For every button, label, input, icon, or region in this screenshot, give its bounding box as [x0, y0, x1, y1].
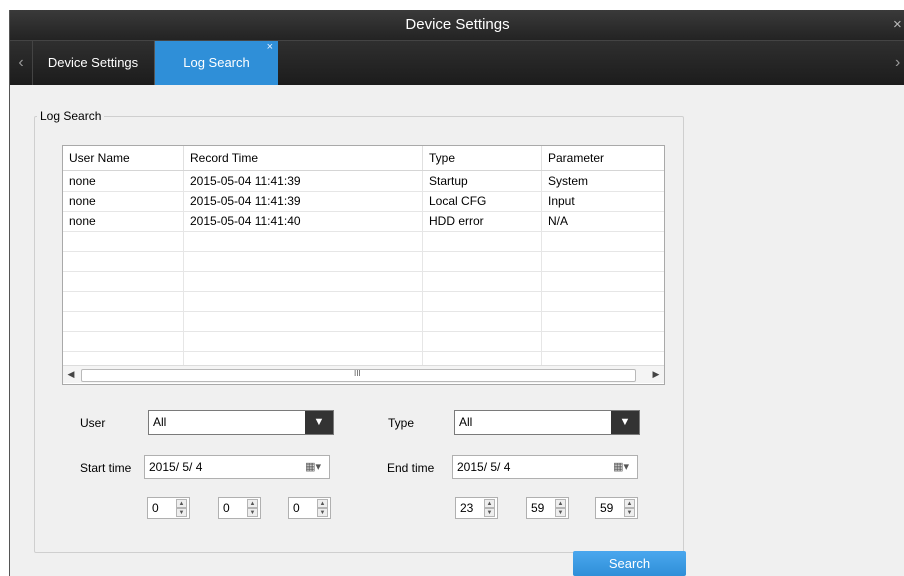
start-second-spinner[interactable]: 0 ▲ ▼: [288, 497, 331, 519]
tab-scroll-left-icon[interactable]: ‹: [10, 41, 33, 85]
cell-type: HDD error: [423, 211, 542, 231]
cell-user-name: none: [63, 191, 184, 211]
scroll-right-arrow-icon[interactable]: ▶: [648, 366, 664, 383]
type-label: Type: [388, 416, 415, 430]
search-button[interactable]: Search: [573, 551, 686, 576]
user-select-value: All: [153, 415, 167, 429]
end-date-value: 2015/ 5/ 4: [457, 460, 511, 474]
start-minute-spinner[interactable]: 0 ▲ ▼: [218, 497, 261, 519]
spin-up-icon[interactable]: ▲: [555, 499, 566, 508]
start-hour-value: 0: [152, 501, 159, 515]
empty-row: [63, 271, 664, 292]
table-row[interactable]: none 2015-05-04 11:41:39 Startup System: [63, 171, 664, 192]
start-date-picker[interactable]: 2015/ 5/ 4 ▦▾: [144, 455, 330, 479]
end-minute-value: 59: [531, 501, 545, 515]
spin-up-icon[interactable]: ▲: [317, 499, 328, 508]
scroll-grip: III: [354, 369, 361, 378]
top-strip: [0, 0, 904, 10]
start-time-label: Start time: [80, 461, 132, 475]
cell-parameter: Input: [548, 194, 575, 208]
log-search-group-label: Log Search: [37, 109, 105, 123]
spin-up-icon[interactable]: ▲: [484, 499, 495, 508]
cell-record-time: 2015-05-04 11:41:40: [184, 211, 423, 231]
window-title: Device Settings: [405, 16, 510, 33]
empty-row: [63, 331, 664, 352]
cell-parameter: System: [548, 174, 589, 188]
type-select[interactable]: All ▼: [454, 410, 640, 435]
user-label: User: [80, 416, 106, 430]
scroll-left-arrow-icon[interactable]: ◀: [63, 366, 79, 383]
cell-user-name: none: [63, 211, 184, 231]
empty-row: [63, 311, 664, 332]
table-row[interactable]: none 2015-05-04 11:41:40 HDD error N/A: [63, 211, 664, 232]
device-settings-window: Device Settings × ‹ Device Settings Log …: [9, 10, 904, 576]
empty-row: [63, 251, 664, 272]
chevron-down-icon[interactable]: ▼: [305, 411, 333, 434]
end-date-picker[interactable]: 2015/ 5/ 4 ▦▾: [452, 455, 638, 479]
spin-up-icon[interactable]: ▲: [624, 499, 635, 508]
spin-down-icon[interactable]: ▼: [176, 508, 187, 517]
table-header: User Name Record Time Type Parameter: [63, 146, 664, 171]
end-minute-spinner[interactable]: 59 ▲ ▼: [526, 497, 569, 519]
column-header-parameter[interactable]: Parameter: [542, 146, 664, 170]
spin-up-icon[interactable]: ▲: [247, 499, 258, 508]
tab-bar: ‹ Device Settings Log Search × ›: [10, 40, 904, 85]
spin-up-icon[interactable]: ▲: [176, 499, 187, 508]
calendar-icon[interactable]: ▦▾: [305, 460, 321, 473]
scroll-thumb[interactable]: III: [81, 369, 636, 382]
cell-type: Local CFG: [423, 191, 542, 211]
calendar-icon[interactable]: ▦▾: [613, 460, 629, 473]
empty-row: [63, 351, 664, 365]
column-header-type[interactable]: Type: [423, 146, 542, 170]
horizontal-scrollbar[interactable]: ◀ III ▶: [63, 365, 664, 383]
spin-down-icon[interactable]: ▼: [624, 508, 635, 517]
empty-row: [63, 291, 664, 312]
type-select-value: All: [459, 415, 473, 429]
spin-down-icon[interactable]: ▼: [317, 508, 328, 517]
cell-parameter: N/A: [548, 214, 569, 228]
tab-log-search-label: Log Search: [183, 55, 250, 70]
start-second-value: 0: [293, 501, 300, 515]
end-second-value: 59: [600, 501, 614, 515]
column-header-user-name[interactable]: User Name: [63, 146, 184, 170]
cell-type: Startup: [423, 171, 542, 191]
end-time-label: End time: [387, 461, 435, 475]
end-second-spinner[interactable]: 59 ▲ ▼: [595, 497, 638, 519]
start-hour-spinner[interactable]: 0 ▲ ▼: [147, 497, 190, 519]
table-row[interactable]: none 2015-05-04 11:41:39 Local CFG Input: [63, 191, 664, 212]
window-close-icon[interactable]: ×: [893, 16, 904, 33]
start-date-value: 2015/ 5/ 4: [149, 460, 203, 474]
tab-log-search[interactable]: Log Search ×: [155, 41, 278, 85]
column-header-record-time[interactable]: Record Time: [184, 146, 423, 170]
end-hour-spinner[interactable]: 23 ▲ ▼: [455, 497, 498, 519]
spin-down-icon[interactable]: ▼: [484, 508, 495, 517]
start-minute-value: 0: [223, 501, 230, 515]
title-bar: Device Settings ×: [10, 10, 904, 40]
cell-record-time: 2015-05-04 11:41:39: [184, 171, 423, 191]
user-select[interactable]: All ▼: [148, 410, 334, 435]
tab-scroll-right-icon[interactable]: ›: [895, 41, 904, 85]
empty-row: [63, 231, 664, 252]
tab-device-settings[interactable]: Device Settings: [32, 41, 155, 85]
tab-close-icon[interactable]: ×: [267, 25, 273, 69]
spin-down-icon[interactable]: ▼: [247, 508, 258, 517]
spin-down-icon[interactable]: ▼: [555, 508, 566, 517]
cell-record-time: 2015-05-04 11:41:39: [184, 191, 423, 211]
chevron-down-icon[interactable]: ▼: [611, 411, 639, 434]
cell-user-name: none: [63, 171, 184, 191]
end-hour-value: 23: [460, 501, 474, 515]
log-table: User Name Record Time Type Parameter non…: [62, 145, 665, 385]
